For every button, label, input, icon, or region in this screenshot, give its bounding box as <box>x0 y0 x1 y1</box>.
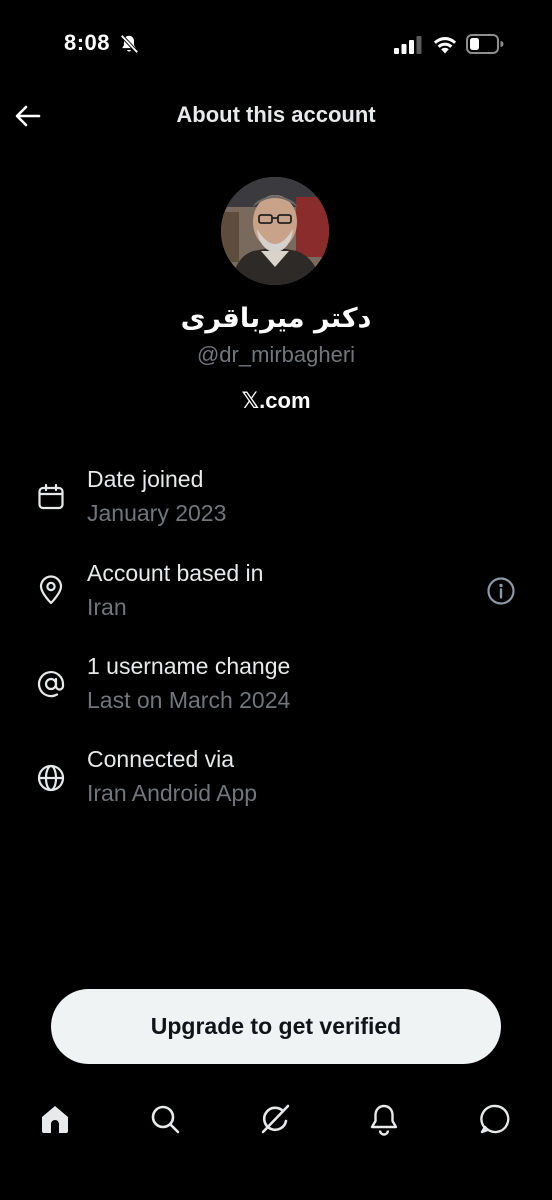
about-account-screen: 8:08 About this account دکتر میرباقری @d… <box>0 0 552 1200</box>
bell-off-icon <box>120 34 139 54</box>
account-based-in-title: Account based in <box>87 560 264 586</box>
display-name: دکتر میرباقری <box>180 303 372 334</box>
search-icon[interactable] <box>148 1102 182 1136</box>
site-label: 𝕏.com <box>241 388 311 413</box>
status-time: 8:08 <box>64 30 111 55</box>
upgrade-verified-button[interactable]: Upgrade to get verified <box>51 989 501 1064</box>
connected-via-title: Connected via <box>87 746 235 772</box>
messages-icon[interactable] <box>478 1102 512 1136</box>
globe-icon <box>37 764 65 792</box>
location-pin-icon <box>39 575 63 605</box>
info-icon[interactable] <box>486 576 516 606</box>
at-sign-icon <box>37 671 65 698</box>
notifications-icon[interactable] <box>367 1102 401 1136</box>
avatar-image <box>221 177 329 285</box>
username-handle: @dr_mirbagheri <box>196 342 356 367</box>
page-title: About this account <box>176 102 376 127</box>
home-icon[interactable] <box>38 1102 72 1136</box>
account-based-in-value: Iran <box>87 594 127 620</box>
grok-icon[interactable] <box>258 1102 292 1136</box>
calendar-icon <box>38 483 64 510</box>
cellular-signal-icon <box>394 36 422 54</box>
username-change-title: 1 username change <box>87 653 291 679</box>
connected-via-value: Iran Android App <box>87 780 258 806</box>
username-change-value: Last on March 2024 <box>87 687 291 713</box>
wifi-icon <box>433 37 457 54</box>
battery-icon <box>466 34 504 54</box>
date-joined-value: January 2023 <box>87 500 227 526</box>
avatar[interactable] <box>221 177 329 285</box>
date-joined-title: Date joined <box>87 466 204 492</box>
